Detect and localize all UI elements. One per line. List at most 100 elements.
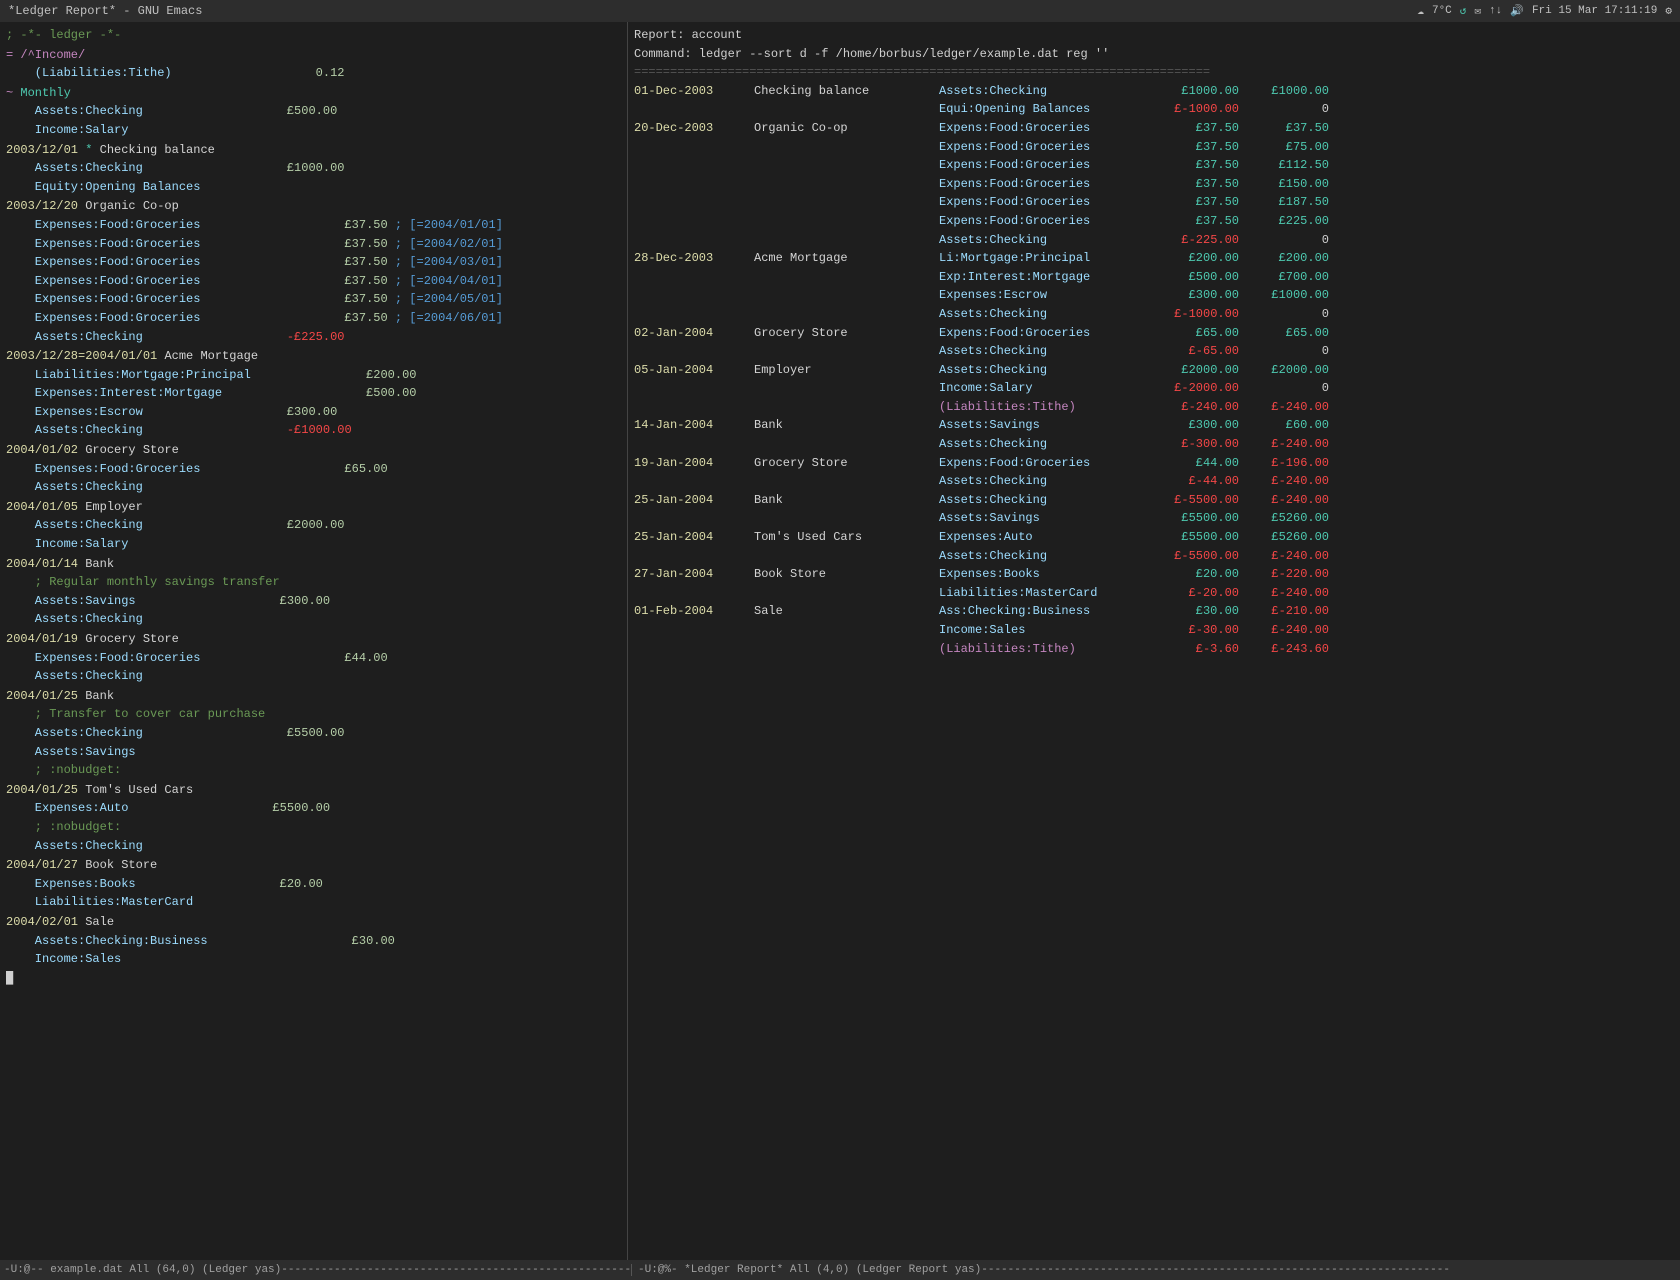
report-amount2: 0 xyxy=(1239,231,1329,250)
report-row: (Liabilities:Tithe)£-3.60£-243.60 xyxy=(634,640,1674,659)
status-bar-left: -U:@-- example.dat All (64,0) (Ledger ya… xyxy=(4,1264,632,1276)
report-amount2: 0 xyxy=(1239,342,1329,361)
report-amount1: £500.00 xyxy=(1149,268,1239,287)
report-amount1: £2000.00 xyxy=(1149,361,1239,380)
report-account: Equi:Opening Balances xyxy=(939,100,1149,119)
report-payee: Bank xyxy=(754,491,939,510)
left-pane-line: 2004/01/25 Bank xyxy=(6,687,621,706)
title-bar: *Ledger Report* - GNU Emacs ☁ 7°C ↺ ✉ ↑↓… xyxy=(0,0,1680,22)
report-date xyxy=(634,435,754,454)
report-row: 02-Jan-2004Grocery StoreExpens:Food:Groc… xyxy=(634,324,1674,343)
report-date xyxy=(634,379,754,398)
report-row: Expens:Food:Groceries£37.50£75.00 xyxy=(634,138,1674,157)
report-amount1: £-2000.00 xyxy=(1149,379,1239,398)
network-icon: ↑↓ xyxy=(1489,5,1502,17)
left-pane-line: ~ Monthly xyxy=(6,84,621,103)
report-row: Assets:Checking£-65.000 xyxy=(634,342,1674,361)
report-date xyxy=(634,231,754,250)
report-account: Assets:Checking xyxy=(939,342,1149,361)
refresh-icon[interactable]: ↺ xyxy=(1460,4,1467,18)
report-amount2: 0 xyxy=(1239,305,1329,324)
right-pane-content: Report: accountCommand: ledger --sort d … xyxy=(634,26,1674,658)
left-pane-line: █ xyxy=(6,969,621,988)
report-amount1: £-3.60 xyxy=(1149,640,1239,659)
report-date: 02-Jan-2004 xyxy=(634,324,754,343)
report-amount1: £-5500.00 xyxy=(1149,547,1239,566)
left-pane-line: Assets:Checking xyxy=(6,610,621,629)
report-row: Equi:Opening Balances£-1000.000 xyxy=(634,100,1674,119)
left-pane-line: Expenses:Food:Groceries £44.00 xyxy=(6,649,621,668)
left-pane-line: Assets:Checking:Business £30.00 xyxy=(6,932,621,951)
mail-icon: ✉ xyxy=(1474,4,1481,18)
report-date: 25-Jan-2004 xyxy=(634,491,754,510)
report-amount2: £-240.00 xyxy=(1239,491,1329,510)
report-row: Expens:Food:Groceries£37.50£187.50 xyxy=(634,193,1674,212)
report-account: Assets:Checking xyxy=(939,361,1149,380)
left-pane-line: 2004/01/14 Bank xyxy=(6,555,621,574)
report-row: 19-Jan-2004Grocery StoreExpens:Food:Groc… xyxy=(634,454,1674,473)
left-pane-line: Expenses:Food:Groceries £37.50 ; [=2004/… xyxy=(6,272,621,291)
report-row: 05-Jan-2004EmployerAssets:Checking£2000.… xyxy=(634,361,1674,380)
report-payee xyxy=(754,138,939,157)
report-account: Assets:Checking xyxy=(939,472,1149,491)
app-title: *Ledger Report* - GNU Emacs xyxy=(8,4,202,18)
left-pane-line: 2004/01/05 Employer xyxy=(6,498,621,517)
report-account: Expenses:Escrow xyxy=(939,286,1149,305)
report-date xyxy=(634,621,754,640)
report-amount1: £-5500.00 xyxy=(1149,491,1239,510)
report-row: Expens:Food:Groceries£37.50£150.00 xyxy=(634,175,1674,194)
report-payee: Tom's Used Cars xyxy=(754,528,939,547)
left-pane[interactable]: ; -*- ledger -*-= /^Income/ (Liabilities… xyxy=(0,22,628,1260)
left-pane-line: 2004/01/27 Book Store xyxy=(6,856,621,875)
report-account: Expenses:Books xyxy=(939,565,1149,584)
report-amount2: £5260.00 xyxy=(1239,528,1329,547)
status-bar-right: -U:@%- *Ledger Report* All (4,0) (Ledger… xyxy=(632,1264,1676,1276)
report-payee xyxy=(754,547,939,566)
volume-icon: 🔊 xyxy=(1510,4,1524,18)
weather-icon: ☁ xyxy=(1417,4,1424,18)
report-date xyxy=(634,472,754,491)
report-date xyxy=(634,640,754,659)
left-pane-line: Expenses:Books £20.00 xyxy=(6,875,621,894)
report-date xyxy=(634,138,754,157)
report-payee xyxy=(754,640,939,659)
left-pane-line: Liabilities:MasterCard xyxy=(6,893,621,912)
report-amount2: £-240.00 xyxy=(1239,547,1329,566)
report-row: Assets:Checking£-5500.00£-240.00 xyxy=(634,547,1674,566)
report-payee: Grocery Store xyxy=(754,454,939,473)
report-account: Expenses:Auto xyxy=(939,528,1149,547)
report-date xyxy=(634,286,754,305)
report-amount1: £37.50 xyxy=(1149,119,1239,138)
report-amount2: 0 xyxy=(1239,379,1329,398)
report-amount2: £60.00 xyxy=(1239,416,1329,435)
report-amount2: £-196.00 xyxy=(1239,454,1329,473)
report-row: (Liabilities:Tithe)£-240.00£-240.00 xyxy=(634,398,1674,417)
report-amount2: £-210.00 xyxy=(1239,602,1329,621)
report-row: 01-Feb-2004SaleAss:Checking:Business£30.… xyxy=(634,602,1674,621)
report-amount2: £-240.00 xyxy=(1239,472,1329,491)
left-pane-line: Expenses:Food:Groceries £37.50 ; [=2004/… xyxy=(6,309,621,328)
report-account: Expens:Food:Groceries xyxy=(939,193,1149,212)
settings-icon[interactable]: ⚙ xyxy=(1665,4,1672,18)
report-date: 25-Jan-2004 xyxy=(634,528,754,547)
report-row: Income:Sales£-30.00£-240.00 xyxy=(634,621,1674,640)
report-account: Expens:Food:Groceries xyxy=(939,156,1149,175)
report-amount2: 0 xyxy=(1239,100,1329,119)
left-pane-line: ; Transfer to cover car purchase xyxy=(6,705,621,724)
report-row: 28-Dec-2003Acme MortgageLi:Mortgage:Prin… xyxy=(634,249,1674,268)
report-row: Expenses:Escrow£300.00£1000.00 xyxy=(634,286,1674,305)
right-pane[interactable]: Report: accountCommand: ledger --sort d … xyxy=(628,22,1680,1260)
report-payee: Employer xyxy=(754,361,939,380)
report-amount2: £-220.00 xyxy=(1239,565,1329,584)
report-payee xyxy=(754,509,939,528)
report-amount2: £700.00 xyxy=(1239,268,1329,287)
report-date xyxy=(634,212,754,231)
report-payee xyxy=(754,175,939,194)
report-amount1: £-65.00 xyxy=(1149,342,1239,361)
report-amount2: £1000.00 xyxy=(1239,82,1329,101)
report-amount1: £44.00 xyxy=(1149,454,1239,473)
left-pane-line: (Liabilities:Tithe) 0.12 xyxy=(6,64,621,83)
report-amount2: £187.50 xyxy=(1239,193,1329,212)
report-row: 27-Jan-2004Book StoreExpenses:Books£20.0… xyxy=(634,565,1674,584)
report-payee xyxy=(754,305,939,324)
